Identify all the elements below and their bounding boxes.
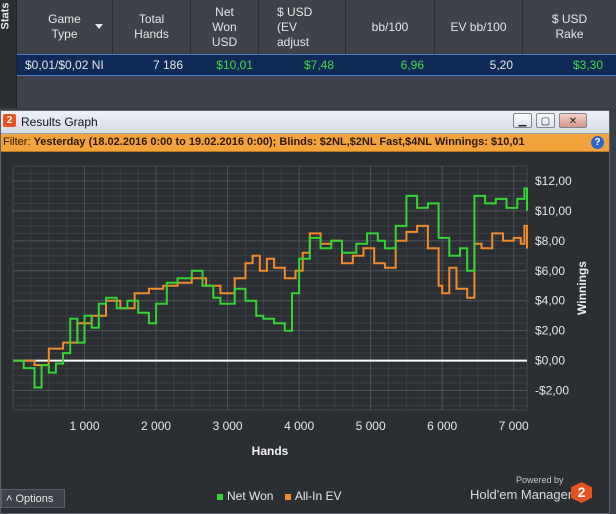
powered-by-label: Powered by [516, 475, 564, 485]
col-bb-100[interactable]: bb/100 [346, 0, 435, 54]
brand-logo-icon: 2 [571, 482, 592, 503]
cell-ev-bb-100: 5,20 [489, 58, 513, 72]
x-tick-label: 6 000 [427, 419, 457, 433]
x-tick-label: 2 000 [141, 419, 171, 433]
y-axis-label: Winnings [575, 261, 589, 315]
y-ticks: $12,00 $10,00 $8,00 $6,00 $4,00 $2,00 $0,00 -$2… [535, 174, 572, 398]
results-chart: $12,00 $10,00 $8,00 $6,00 $4,00 $2,00 $0,00 -$2… [12, 165, 589, 458]
stats-grid: Game Type Total Hands Net Won USD $ USD … [17, 0, 616, 108]
y-tick-label: -$2,00 [535, 384, 569, 398]
y-tick-label: $0,00 [535, 354, 565, 368]
col-ev-bb-100[interactable]: EV bb/100 [435, 0, 523, 54]
options-button[interactable]: ˄ Options [1, 489, 65, 508]
cell-net-won: $10,01 [216, 58, 253, 72]
col-rake[interactable]: $ USD Rake [523, 0, 616, 54]
swatch-all-in-ev [284, 493, 291, 500]
chevron-up-icon: ˄ [6, 493, 13, 505]
title-bar[interactable]: 2 Results Graph ▁ ▢ ✕ [1, 111, 609, 134]
col-game-type[interactable]: Game Type [17, 0, 113, 54]
stats-side-tab[interactable]: Stats [0, 0, 17, 108]
filter-text: Yesterday (18.02.2016 0:00 to 19.02.2016… [33, 136, 525, 148]
y-tick-label: $4,00 [535, 294, 565, 308]
restore-button[interactable]: ▢ [536, 113, 555, 128]
chevron-down-icon[interactable] [95, 24, 103, 29]
legend-item-net-won: Net Won [217, 489, 273, 503]
app-logo-icon: 2 [3, 114, 16, 127]
close-button[interactable]: ✕ [559, 113, 587, 128]
col-ev-adjusted[interactable]: $ USD (EV adjust [259, 0, 346, 54]
x-tick-label: 5 000 [356, 419, 386, 433]
col-total-hands[interactable]: Total Hands [113, 0, 191, 54]
bottom-bar: ˄ Options Net Won All-In EV Powered by H… [1, 475, 609, 513]
brand-name: Hold'em Manager [470, 487, 573, 502]
cell-rake: $3,30 [572, 58, 603, 72]
y-tick-label: $12,00 [535, 174, 572, 188]
x-tick-label: 3 000 [213, 419, 243, 433]
legend: Net Won All-In EV [217, 489, 350, 503]
restore-icon: ▢ [540, 116, 551, 127]
x-axis-label: Hands [252, 444, 289, 458]
cell-ev-adjusted: $7,48 [303, 58, 334, 72]
legend-item-all-in-ev: All-In EV [284, 489, 342, 503]
x-tick-label: 1 000 [70, 419, 100, 433]
stats-side-label: Stats [0, 2, 12, 30]
y-tick-label: $2,00 [535, 324, 565, 338]
col-net-won[interactable]: Net Won USD [191, 0, 259, 54]
x-tick-label: 4 000 [284, 419, 314, 433]
minimize-button[interactable]: ▁ [513, 113, 532, 128]
help-icon[interactable]: ? [591, 136, 604, 149]
x-ticks: 1 000 2 000 3 000 4 000 5 000 6 000 7 000 [70, 419, 530, 433]
close-icon: ✕ [568, 116, 578, 127]
y-tick-label: $8,00 [535, 234, 565, 248]
table-row[interactable]: $0,01/$0,02 NI 7 186 $10,01 $7,48 6,96 5… [17, 54, 616, 76]
minimize-icon: ▁ [518, 116, 527, 127]
cell-game-type: $0,01/$0,02 NI [25, 58, 104, 72]
window-title: Results Graph [21, 115, 98, 129]
filter-bar: Filter: Yesterday (18.02.2016 0:00 to 19… [1, 134, 609, 152]
cell-bb-100: 6,96 [400, 58, 424, 72]
filter-label: Filter: [3, 136, 31, 148]
x-tick-label: 7 000 [499, 419, 529, 433]
y-tick-label: $10,00 [535, 204, 572, 218]
cell-total-hands: 7 186 [152, 58, 183, 72]
swatch-net-won [217, 493, 223, 500]
results-graph-window: 2 Results Graph ▁ ▢ ✕ Filter: Yesterday … [0, 110, 610, 514]
y-tick-label: $6,00 [535, 264, 565, 278]
